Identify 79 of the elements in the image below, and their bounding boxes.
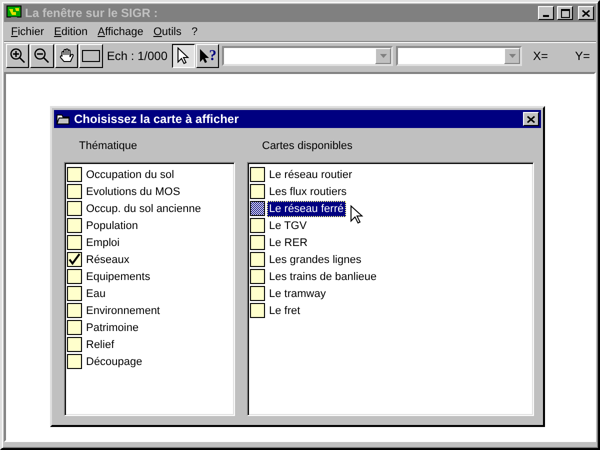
checkbox[interactable] — [67, 218, 82, 233]
list-item[interactable]: Les trains de banlieue — [267, 268, 379, 284]
maximize-button[interactable] — [557, 6, 573, 20]
maximize-icon — [560, 8, 570, 18]
list-item[interactable]: Eau — [84, 286, 108, 302]
list-item[interactable]: Découpage — [84, 354, 144, 370]
checkbox[interactable] — [250, 218, 265, 233]
checkbox[interactable] — [67, 320, 82, 335]
list-item[interactable]: Le TGV — [267, 218, 309, 234]
list-item[interactable]: Le réseau routier — [267, 166, 354, 182]
dropdown-field[interactable] — [396, 46, 522, 66]
dropdown-field[interactable] — [222, 46, 394, 66]
column-heading: Thématique — [78, 140, 138, 154]
window-title: La fenêtre sur le SIGR : — [25, 6, 159, 20]
list-item[interactable]: Les grandes lignes — [267, 252, 364, 268]
cursor-icon — [176, 47, 190, 65]
zoom-out-icon — [33, 47, 52, 65]
checkbox[interactable] — [250, 201, 265, 216]
list-item[interactable]: Les flux routiers — [267, 184, 349, 200]
checkbox[interactable] — [67, 337, 82, 352]
list-item[interactable]: Réseaux — [84, 252, 132, 268]
close-button[interactable] — [523, 112, 539, 126]
checkbox[interactable] — [250, 303, 265, 318]
dropdown-arrow-icon — [380, 54, 387, 58]
help-button[interactable]: ? — [196, 44, 220, 68]
x-coordinate-label: X= — [532, 49, 550, 63]
checkbox[interactable] — [67, 184, 82, 199]
checkbox[interactable] — [67, 286, 82, 301]
list-item[interactable]: Emploi — [84, 234, 122, 250]
dialog-title: Choisissez la carte à afficher — [74, 112, 240, 126]
y-coordinate-label: Y= — [574, 49, 592, 63]
folder-icon — [56, 113, 70, 125]
menu-item[interactable]: ? — [186, 26, 203, 38]
column-heading: Cartes disponibles — [261, 140, 354, 154]
list-item[interactable]: Occup. du sol ancienne — [84, 200, 203, 216]
menu-item[interactable]: Fichier — [6, 26, 50, 38]
zoom-in-button[interactable] — [6, 44, 30, 68]
list-item[interactable]: Le RER — [267, 234, 310, 250]
list-item[interactable]: Le tramway — [267, 286, 328, 302]
cursor-icon — [198, 48, 209, 64]
list-item[interactable]: Le fret — [267, 302, 302, 318]
list-item[interactable]: Occupation du sol — [84, 166, 176, 182]
checkbox[interactable] — [250, 286, 265, 301]
mouse-cursor-icon — [350, 205, 364, 225]
list-item[interactable]: Le réseau ferré — [267, 200, 346, 216]
scale-label: Ech : 1/000 — [106, 49, 169, 63]
zoom-out-button[interactable] — [30, 44, 54, 68]
minimize-button[interactable] — [538, 6, 554, 20]
close-icon — [527, 116, 535, 122]
list-item[interactable]: Population — [84, 218, 140, 234]
menu-item[interactable]: Outils — [148, 26, 186, 38]
dropdown-arrow-icon — [508, 54, 516, 58]
checkbox[interactable] — [250, 167, 265, 182]
checkbox[interactable] — [67, 252, 82, 267]
checkbox[interactable] — [67, 269, 82, 284]
close-button[interactable] — [578, 6, 594, 20]
menu-item[interactable]: Affichage — [92, 26, 148, 38]
list-item[interactable]: Environnement — [84, 302, 162, 318]
list-item[interactable]: Evolutions du MOS — [84, 184, 182, 200]
checkbox[interactable] — [250, 269, 265, 284]
checkbox[interactable] — [67, 167, 82, 182]
hand-icon — [58, 47, 76, 65]
rectangle-icon — [81, 48, 102, 64]
checkbox[interactable] — [67, 235, 82, 250]
list-item[interactable]: Equipements — [84, 268, 152, 284]
checkbox[interactable] — [67, 303, 82, 318]
pan-button[interactable] — [54, 44, 78, 68]
list-item[interactable]: Patrimoine — [84, 320, 141, 336]
checkbox[interactable] — [67, 354, 82, 369]
menu-item[interactable]: Edition — [49, 26, 93, 38]
list-item[interactable]: Relief — [84, 336, 116, 352]
zoom-in-icon — [8, 47, 27, 65]
checkbox[interactable] — [250, 184, 265, 199]
checkbox[interactable] — [250, 235, 265, 250]
checkbox[interactable] — [250, 252, 265, 267]
pointer-button[interactable] — [172, 44, 195, 68]
checkbox[interactable] — [67, 201, 82, 216]
close-icon — [582, 10, 590, 16]
frame-button[interactable] — [79, 44, 103, 68]
